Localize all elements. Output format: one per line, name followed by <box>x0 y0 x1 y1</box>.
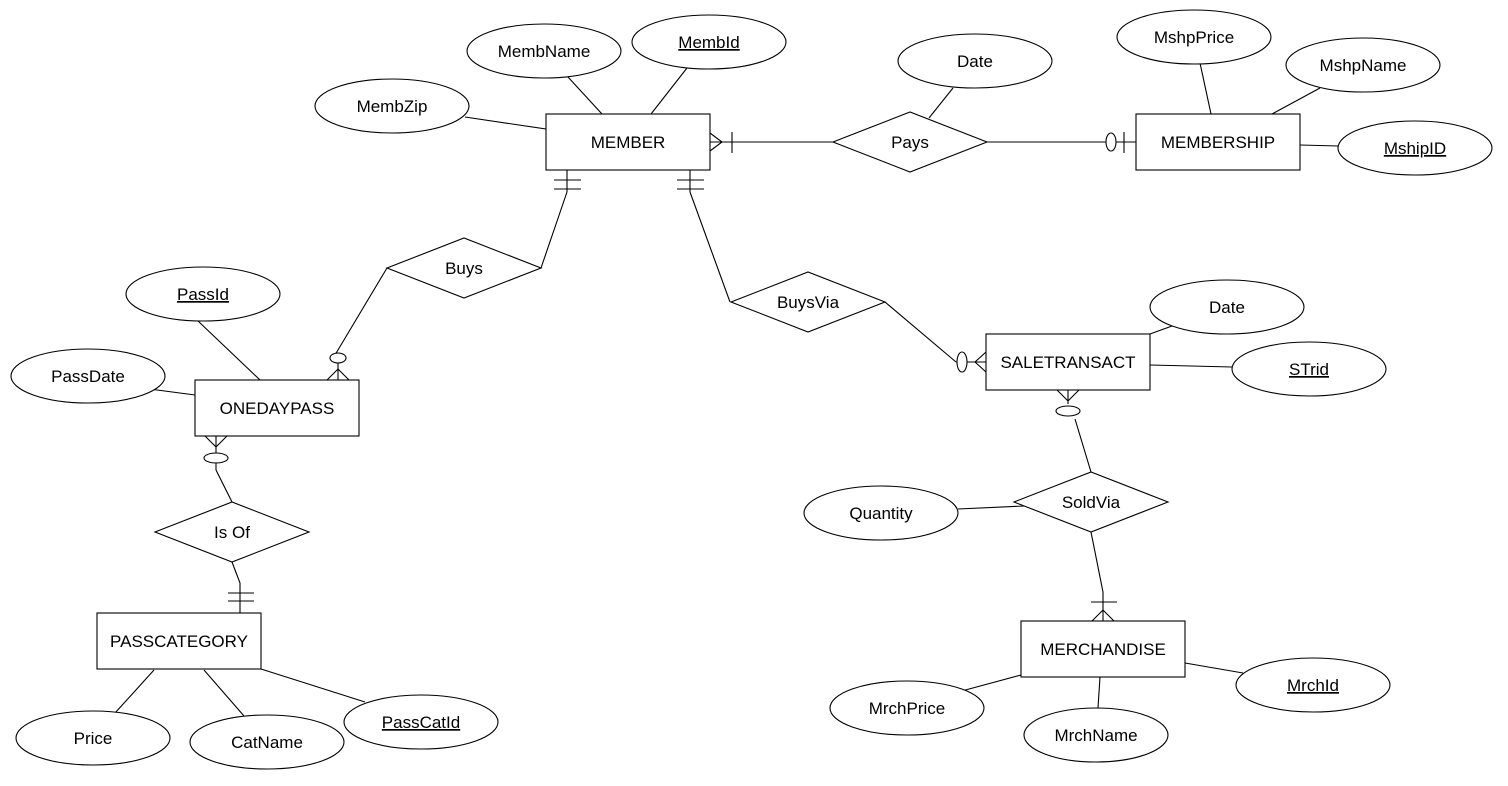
relationship-isof[interactable]: Is Of <box>153 501 311 563</box>
relationship-connector <box>1090 531 1104 621</box>
optional-circle-mark <box>203 452 229 464</box>
entity-label: MERCHANDISE <box>1040 640 1166 659</box>
relationship-buysvia[interactable]: BuysVia <box>729 271 887 333</box>
optional-circle-mark <box>956 351 968 373</box>
attribute-strid[interactable]: STrid <box>1231 341 1387 397</box>
relationship-soldvia[interactable]: SoldVia <box>1012 471 1170 533</box>
attribute-connector <box>957 674 1022 693</box>
entity-membership[interactable]: MEMBERSHIP <box>1135 113 1301 171</box>
attribute-label: MembZip <box>357 97 428 116</box>
relationship-label: BuysVia <box>777 293 840 312</box>
attribute-connector <box>260 668 366 703</box>
attribute-mrchname[interactable]: MrchName <box>1023 707 1169 763</box>
attribute-catname[interactable]: CatName <box>189 714 345 770</box>
attribute-quantity[interactable]: Quantity <box>803 485 959 541</box>
attribute-membzip[interactable]: MembZip <box>314 78 470 134</box>
key-attribute-label: STrid <box>1289 360 1329 379</box>
attribute-connector <box>197 320 261 381</box>
attribute-label: Date <box>1209 298 1245 317</box>
attribute-connector <box>114 669 155 714</box>
optional-circle-mark <box>1105 132 1117 152</box>
key-attribute-label: MembId <box>678 33 739 52</box>
key-attribute-label: PassId <box>177 285 229 304</box>
attribute-connector <box>1097 676 1101 709</box>
attribute-connector <box>464 116 547 130</box>
relationship-pays[interactable]: Pays <box>831 111 989 173</box>
relationship-connector <box>1074 418 1092 473</box>
relationship-connector <box>689 191 731 303</box>
attribute-mshpname[interactable]: MshpName <box>1285 37 1441 93</box>
attribute-connector <box>1199 62 1212 115</box>
attribute-membname[interactable]: MembName <box>466 23 622 79</box>
entity-passcategory[interactable]: PASSCATEGORY <box>96 612 262 670</box>
attribute-mrchid[interactable]: MrchId <box>1235 657 1391 713</box>
entity-label: PASSCATEGORY <box>110 632 248 651</box>
attribute-passdate[interactable]: PassDate <box>10 348 166 404</box>
er-diagram: MEMBER MEMBERSHIP ONEDAYPASS PASSCATEGORY SA… <box>10 9 1493 770</box>
relationship-connector <box>884 301 957 363</box>
entity-label: ONEDAYPASS <box>220 399 335 418</box>
entity-merchandise[interactable]: MERCHANDISE <box>1020 620 1186 678</box>
attribute-connector <box>928 87 954 119</box>
attribute-passcatid[interactable]: PassCatId <box>343 694 499 750</box>
optional-circle-mark <box>1055 405 1081 417</box>
relationship-label: Pays <box>891 133 929 152</box>
key-attribute-label: PassCatId <box>382 713 460 732</box>
shapes: MEMBER MEMBERSHIP ONEDAYPASS PASSCATEGORY SA… <box>10 9 1493 770</box>
attribute-paysdate[interactable]: Date <box>897 33 1053 89</box>
relationship-connector <box>215 469 233 503</box>
attribute-stdate[interactable]: Date <box>1149 279 1305 335</box>
attribute-mshpprice[interactable]: MshpPrice <box>1116 9 1272 65</box>
attribute-connector <box>650 67 688 115</box>
attribute-label: Quantity <box>849 504 913 523</box>
relationship-label: Is Of <box>214 523 250 542</box>
relationship-label: SoldVia <box>1062 493 1121 512</box>
attribute-connector <box>1299 144 1339 147</box>
attribute-connector <box>957 505 1025 510</box>
attribute-mshipid[interactable]: MshipID <box>1337 120 1493 176</box>
attribute-connector <box>1149 325 1173 335</box>
attribute-label: CatName <box>231 733 303 752</box>
attribute-membid[interactable]: MembId <box>631 14 787 70</box>
entity-label: SALETRANSACT <box>1000 353 1135 372</box>
entity-onedaypass[interactable]: ONEDAYPASS <box>194 379 360 437</box>
attribute-label: MshpName <box>1320 56 1407 75</box>
attribute-label: PassDate <box>51 367 125 386</box>
attribute-mrchprice[interactable]: MrchPrice <box>829 680 985 736</box>
key-attribute-label: MrchId <box>1287 676 1339 695</box>
entity-label: MEMBER <box>591 133 666 152</box>
attribute-connector <box>1184 662 1244 674</box>
attribute-connector <box>203 669 245 717</box>
relationship-buys[interactable]: Buys <box>385 237 543 299</box>
attribute-connector <box>1271 87 1321 115</box>
attribute-label: MshpPrice <box>1154 28 1234 47</box>
attribute-label: MrchPrice <box>869 699 946 718</box>
entity-member[interactable]: MEMBER <box>545 113 711 171</box>
key-attribute-label: MshipID <box>1384 139 1446 158</box>
attribute-label: Date <box>957 52 993 71</box>
optional-circle-mark <box>329 352 347 364</box>
attribute-price[interactable]: Price <box>15 710 171 766</box>
attribute-passid[interactable]: PassId <box>125 266 281 322</box>
attribute-label: Price <box>74 729 113 748</box>
attribute-label: MrchName <box>1054 726 1137 745</box>
attribute-label: MembName <box>498 42 591 61</box>
relationship-label: Buys <box>445 259 483 278</box>
attribute-connector <box>1149 364 1233 368</box>
entity-label: MEMBERSHIP <box>1161 133 1275 152</box>
relationship-connector <box>231 561 241 613</box>
entity-saletransact[interactable]: SALETRANSACT <box>985 333 1151 391</box>
attribute-connector <box>567 76 603 115</box>
